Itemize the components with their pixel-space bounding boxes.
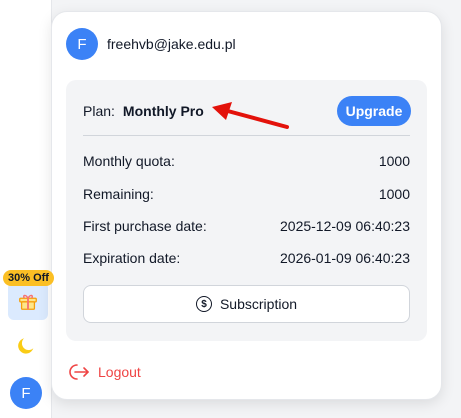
gift-button[interactable] [8,282,49,320]
logout-button[interactable]: Logout [68,362,141,382]
detail-label: Expiration date: [83,250,181,266]
logout-icon [69,364,89,380]
dollar-icon: $ [195,296,212,312]
detail-row-quota: Monthly quota: 1000 [83,151,410,171]
sidebar: 30% Off F [0,0,54,418]
detail-row-first-purchase: First purchase date: 2025-12-09 06:40:23 [83,216,410,236]
detail-value: 2026-01-09 06:40:23 [280,250,410,266]
subscription-button[interactable]: $ Subscription [83,285,410,323]
annotation-arrow-icon [212,102,289,129]
account-popover: F freehvb@jake.edu.pl Plan: Monthly Pro … [51,11,442,400]
detail-row-remaining: Remaining: 1000 [83,184,410,204]
plan-panel: Plan: Monthly Pro Upgrade Monthly quota:… [66,80,427,341]
promo-badge: 30% Off [3,270,54,286]
user-row: F freehvb@jake.edu.pl [66,28,236,60]
user-email: freehvb@jake.edu.pl [107,36,236,52]
subscription-label: Subscription [219,296,298,312]
divider [83,135,410,136]
sidebar-avatar[interactable]: F [10,377,42,409]
avatar: F [66,28,98,60]
plan-label: Plan: [83,103,115,119]
detail-row-expiration: Expiration date: 2026-01-09 06:40:23 [83,248,410,268]
promo-widget[interactable]: 30% Off [3,270,54,320]
detail-value: 2025-12-09 06:40:23 [280,218,410,234]
detail-label: Monthly quota: [83,153,175,169]
detail-label: First purchase date: [83,218,207,234]
plan-name: Monthly Pro [122,103,204,119]
detail-value: 1000 [378,186,410,202]
detail-label: Remaining: [83,186,154,202]
moon-icon[interactable] [14,334,38,358]
logout-label: Logout [98,364,141,380]
gift-icon [19,294,38,310]
upgrade-button[interactable]: Upgrade [337,96,411,126]
detail-value: 1000 [378,153,410,169]
